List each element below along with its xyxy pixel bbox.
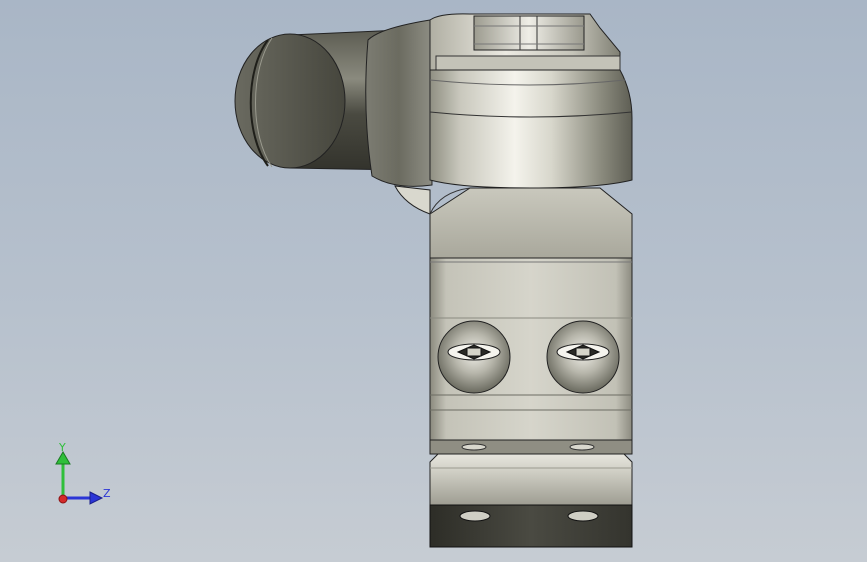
mounting-foot[interactable] [429, 504, 633, 548]
y-axis-label: Y [58, 441, 66, 454]
cad-model[interactable] [0, 0, 867, 562]
screw-right[interactable] [546, 320, 620, 394]
x-axis-dot [58, 494, 68, 504]
top-nut[interactable] [429, 13, 621, 71]
z-axis-label: Z [103, 487, 111, 500]
axis-triad: Y Z [55, 441, 111, 505]
base-plate[interactable] [429, 439, 633, 506]
body-block[interactable] [429, 187, 633, 441]
screw-left[interactable] [437, 320, 511, 394]
cable-collar[interactable] [365, 19, 433, 215]
head-cylinder[interactable] [429, 69, 633, 189]
z-axis-arrow [89, 491, 104, 505]
cad-viewport[interactable]: Y Z [0, 0, 867, 562]
